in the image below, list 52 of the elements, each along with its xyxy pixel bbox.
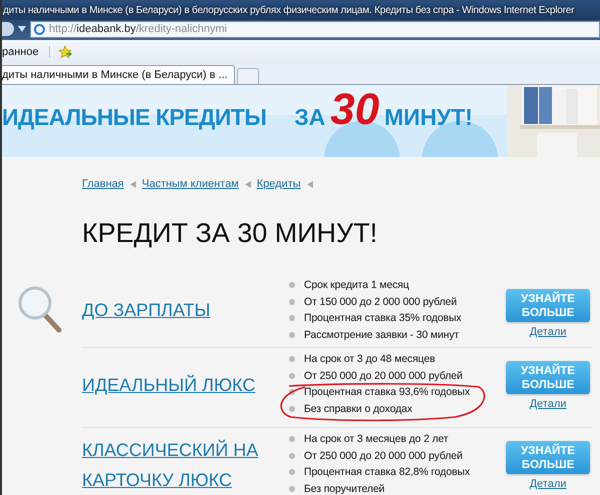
bullet-icon	[289, 332, 295, 338]
breadcrumb-link[interactable]: Главная	[82, 178, 124, 190]
bullet-icon	[289, 356, 295, 362]
learn-more-button[interactable]: УЗНАЙТЕ БОЛЬШЕ	[506, 289, 590, 322]
bullet-icon	[289, 486, 295, 492]
product-link[interactable]: ИДЕАЛЬНЫЙ ЛЮКС	[82, 370, 256, 400]
feature-text: Процентная ставка 35% годовых	[304, 312, 462, 324]
bullet-icon	[289, 282, 295, 288]
bullet-icon	[289, 469, 295, 476]
favorites-label[interactable]: ранное	[2, 46, 50, 58]
bullet-icon	[289, 452, 295, 459]
bullet-icon	[289, 372, 295, 379]
arrow-icon	[244, 180, 251, 188]
banner-slogan: ЗА	[294, 104, 326, 130]
breadcrumb-link[interactable]: Кредиты	[256, 178, 301, 190]
bullet-icon	[289, 315, 295, 322]
bullet-icon	[289, 406, 295, 412]
magnifier-icon	[17, 285, 63, 333]
bullet-icon	[289, 298, 295, 305]
banner-headline: ИДЕАЛЬНЫЕ КРЕДИТЫ	[2, 104, 266, 130]
feature-text: Без справки о доходах	[304, 402, 412, 415]
product-link[interactable]: КЛАССИЧЕСКИЙ НА КАРТОЧКУ ЛЮКС	[82, 435, 287, 495]
page-icon	[34, 24, 45, 34]
details-link[interactable]: Детали	[530, 478, 566, 490]
window-title: диты наличными в Минске (в Беларуси) в белорусских рублях физическим лицам. Кредиты без спра - Windows Internet Explorer	[2, 4, 574, 16]
page-heading: КРЕДИТ ЗА 30 МИНУТ!	[82, 218, 378, 249]
bullet-icon	[289, 436, 295, 442]
feature-text: От 250 000 до 20 000 000 рублей	[304, 370, 462, 382]
address-field[interactable]: http://ideabank.by/kredity-nalichnymi	[30, 20, 600, 38]
details-link[interactable]: Детали	[530, 398, 566, 410]
feature-text: Процентная ставка 82,8% годовых	[304, 466, 470, 478]
breadcrumb-link[interactable]: Частным клиентам	[142, 178, 239, 190]
feature-text: Без поручителей	[304, 482, 385, 495]
feature-text: На срок от 3 месяцев до 2 лет	[304, 433, 448, 446]
feature-text: От 250 000 до 20 000 000 рублей	[304, 450, 462, 462]
details-link[interactable]: Детали	[530, 326, 566, 338]
banner-slogan: МИНУТ!	[384, 104, 473, 130]
feature-text: На срок от 3 до 48 месяцев	[304, 353, 436, 366]
browser-tab[interactable]: диты наличными в Минске (в Беларуси) в ...	[2, 65, 235, 84]
arrow-icon	[130, 180, 136, 188]
learn-more-button[interactable]: УЗНАЙТЕ БОЛЬШЕ	[506, 441, 590, 474]
caret-icon[interactable]	[18, 26, 26, 32]
learn-more-button[interactable]: УЗНАЙТЕ БОЛЬШЕ	[506, 361, 590, 394]
feature-text: Рассмотрение заявки - 30 минут	[304, 328, 459, 341]
feature-text: Процентная ставка 93,6% годовых	[304, 386, 470, 398]
feature-text: От 150 000 до 2 000 000 рублей	[304, 296, 457, 308]
arrow-icon	[306, 180, 313, 188]
back-button[interactable]	[2, 22, 14, 36]
star-icon[interactable]	[58, 45, 72, 59]
product-link[interactable]: ДО ЗАРПЛАТЫ	[82, 295, 210, 325]
feature-text: Срок кредита 1 месяц	[304, 279, 410, 292]
banner-number: 30	[330, 88, 380, 132]
